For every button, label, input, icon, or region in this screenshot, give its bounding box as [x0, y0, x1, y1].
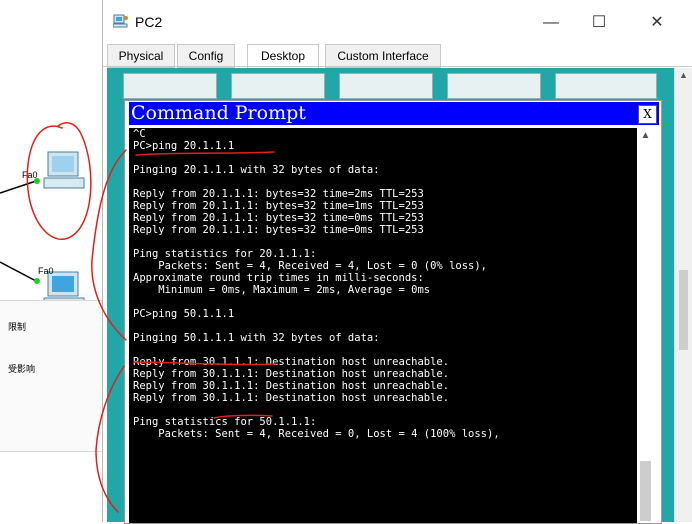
console-scrollbar[interactable]: ▲ — [637, 128, 654, 523]
console-output[interactable]: ^C PC>ping 20.1.1.1 Pinging 20.1.1.1 with… — [129, 128, 637, 523]
tab-custom-interface[interactable]: Custom Interface — [325, 44, 441, 68]
desktop-app-icon[interactable] — [555, 73, 657, 99]
desktop-app-icon[interactable] — [231, 73, 325, 99]
topology-canvas[interactable]: Fa0 Fa0 限制 受影响 — [0, 0, 102, 522]
console-line: Approximate round trip times in milli-se… — [133, 272, 424, 284]
pc2-window: PC2 — ☐ ✕ Physical Config Desktop Custom… — [102, 0, 692, 524]
console-line: Ping statistics for 50.1.1.1: — [133, 416, 317, 428]
console-line: Reply from 30.1.1.1: Destination host un… — [133, 356, 450, 368]
console-line: PC>ping 20.1.1.1 — [133, 140, 235, 152]
console-scroll-up-icon[interactable]: ▲ — [637, 130, 654, 141]
maximize-button[interactable]: ☐ — [579, 8, 619, 38]
console-line: Packets: Sent = 4, Received = 0, Lost = … — [133, 428, 500, 440]
desktop-scrollbar[interactable]: ▲ — [674, 68, 692, 522]
command-prompt-title-text: Command Prompt — [131, 102, 306, 124]
command-prompt-title[interactable]: Command Prompt X — [129, 102, 659, 125]
window-title: PC2 — [135, 14, 163, 30]
tab-config[interactable]: Config — [177, 44, 235, 68]
console-line: Reply from 30.1.1.1: Destination host un… — [133, 368, 450, 380]
pc-top-icon — [43, 151, 85, 189]
console-scroll-thumb[interactable] — [640, 461, 651, 521]
pc-app-icon — [113, 14, 128, 28]
scroll-up-icon[interactable]: ▲ — [675, 70, 692, 80]
console-line: ^C — [133, 128, 146, 140]
scroll-thumb[interactable] — [679, 270, 688, 350]
console-text: ^C PC>ping 20.1.1.1 Pinging 20.1.1.1 with… — [129, 128, 637, 440]
minimize-button[interactable]: — — [531, 8, 571, 38]
title-bar[interactable]: PC2 — ☐ ✕ — [103, 0, 692, 42]
side-text-limit: 限制 — [8, 323, 27, 333]
tab-divider — [103, 66, 692, 67]
console-line: Ping statistics for 20.1.1.1: — [133, 248, 317, 260]
desktop-app-icon[interactable] — [339, 73, 433, 99]
desktop-app-icon[interactable] — [447, 73, 541, 99]
close-button[interactable]: ✕ — [637, 8, 677, 38]
tab-physical[interactable]: Physical — [107, 44, 175, 68]
console-line: Reply from 20.1.1.1: bytes=32 time=0ms T… — [133, 212, 424, 224]
fa0-label-top: Fa0 — [22, 170, 38, 180]
side-text-affected: 受影响 — [8, 365, 36, 375]
fa0-label-bottom: Fa0 — [38, 266, 54, 276]
console-line: Reply from 30.1.1.1: Destination host un… — [133, 392, 450, 404]
console-line: Reply from 20.1.1.1: bytes=32 time=1ms T… — [133, 200, 424, 212]
console-line: Minimum = 0ms, Maximum = 2ms, Average = … — [133, 284, 431, 296]
console-line: Pinging 50.1.1.1 with 32 bytes of data: — [133, 332, 380, 344]
console-line: Reply from 30.1.1.1: Destination host un… — [133, 380, 450, 392]
command-prompt-window: Command Prompt X ^C PC>ping 20.1.1.1 Ping… — [124, 100, 662, 524]
desktop-app-icon[interactable] — [123, 73, 217, 99]
console-line: PC>ping 50.1.1.1 — [133, 308, 235, 320]
command-prompt-close-button[interactable]: X — [638, 105, 657, 124]
console-line: Pinging 20.1.1.1 with 32 bytes of data: — [133, 164, 380, 176]
console-line: Reply from 20.1.1.1: bytes=32 time=0ms T… — [133, 224, 424, 236]
console-line: Reply from 20.1.1.1: bytes=32 time=2ms T… — [133, 188, 424, 200]
console-line: Packets: Sent = 4, Received = 4, Lost = … — [133, 260, 488, 272]
